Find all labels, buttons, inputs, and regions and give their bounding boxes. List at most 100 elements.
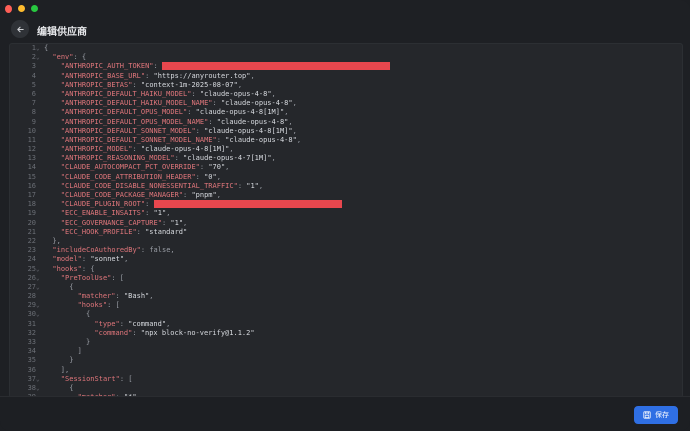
line-number: 15 — [27, 172, 36, 181]
json-punctuation: , — [237, 80, 243, 89]
json-punctuation: } — [86, 338, 91, 346]
json-string: "context-1m-2025-08-07" — [140, 80, 238, 89]
fold-chevron-icon[interactable]: ⌄ — [36, 265, 44, 274]
maximize-window-button[interactable] — [31, 5, 38, 12]
fold-gutter — [36, 145, 44, 154]
save-button[interactable]: 保存 — [634, 406, 678, 424]
code-line: 24 "model": "sonnet", — [10, 255, 390, 264]
json-key: "hooks" — [77, 301, 108, 310]
line-number: 23 — [27, 246, 36, 255]
json-key: "ECC_HOOK_PROFILE" — [60, 227, 137, 236]
line-text: "ANTHROPIC_DEFAULT_OPUS_MODEL_NAME": "cl… — [44, 118, 293, 127]
line-text: "ANTHROPIC_DEFAULT_HAIKU_MODEL": "claude… — [44, 90, 276, 99]
line-text: "CLAUDE_AUTOCOMPACT_PCT_OVERRIDE": "70", — [44, 163, 230, 172]
code-line: 21 "ECC_HOOK_PROFILE": "standard" — [10, 228, 390, 237]
code-line: 26 ⌄ "PreToolUse": [ — [10, 274, 390, 283]
code-line: 6 "ANTHROPIC_DEFAULT_HAIKU_MODEL": "claud… — [10, 90, 390, 99]
line-text: ], — [44, 366, 69, 375]
code-line: 2 ⌄ "env": { — [10, 53, 390, 62]
line-number: 12 — [27, 145, 36, 154]
json-punctuation: , — [225, 163, 230, 172]
json-punctuation: : — [237, 181, 247, 190]
line-text: "CLAUDE_PLUGIN_ROOT": — [44, 200, 342, 209]
json-punctuation: : — [174, 154, 184, 163]
line-number: 38 — [27, 383, 36, 392]
json-key: "command" — [94, 328, 133, 337]
close-window-button[interactable] — [5, 5, 12, 13]
json-string: "1" — [170, 218, 184, 227]
fold-chevron-icon[interactable]: ⌄ — [36, 375, 44, 384]
json-punctuation: { — [44, 44, 49, 52]
json-string: "command" — [128, 319, 167, 328]
minimize-window-button[interactable] — [18, 5, 25, 12]
code-line: 14 "CLAUDE_AUTOCOMPACT_PCT_OVERRIDE": "70… — [10, 163, 390, 172]
fold-gutter — [36, 347, 44, 356]
json-punctuation: : — [119, 319, 129, 328]
json-key: "CLAUDE_CODE_DISABLE_NONESSENTIAL_TRAFFI… — [60, 181, 238, 190]
line-number: 19 — [27, 209, 36, 218]
fold-gutter — [36, 136, 44, 145]
line-number: 14 — [27, 163, 36, 172]
line-text: "ECC_ENABLE_INSAITS": "1", — [44, 209, 171, 218]
code-line: 4 "ANTHROPIC_BASE_URL": "https://anyroute… — [10, 72, 390, 81]
json-punctuation: , — [183, 218, 188, 227]
fold-chevron-icon[interactable]: ⌄ — [36, 44, 44, 53]
line-text: "CLAUDE_CODE_PACKAGE_MANAGER": "pnpm", — [44, 191, 221, 200]
header: 编辑供应商 — [0, 14, 690, 44]
line-number: 28 — [27, 292, 36, 301]
fold-chevron-icon[interactable]: ⌄ — [36, 53, 44, 62]
line-number: 5 — [31, 80, 36, 89]
fold-chevron-icon[interactable]: ⌄ — [36, 310, 44, 319]
json-punctuation: : — [145, 209, 154, 218]
json-punctuation: : — [212, 99, 221, 108]
line-text: "ANTHROPIC_BASE_URL": "https://anyrouter… — [44, 72, 255, 81]
json-string: "1" — [246, 181, 259, 190]
json-punctuation: : [ — [107, 301, 120, 310]
json-key: "ANTHROPIC_BETAS" — [60, 80, 133, 89]
line-text: "model": "sonnet", — [44, 255, 128, 264]
back-button[interactable] — [11, 20, 29, 38]
fold-chevron-icon[interactable]: ⌄ — [36, 283, 44, 292]
json-punctuation: : — [115, 292, 124, 301]
code-line: 36], — [10, 366, 390, 375]
json-string: "standard" — [145, 227, 188, 236]
fold-gutter — [36, 338, 44, 347]
line-number: 30 — [27, 310, 36, 319]
line-text: "matcher": "Bash", — [44, 292, 154, 301]
code-line: 23 "includeCoAuthoredBy": false, — [10, 246, 390, 255]
line-number: 11 — [27, 135, 36, 144]
line-text: } — [44, 338, 90, 347]
fold-gutter — [36, 72, 44, 81]
code-lines: 1 ⌄{2 ⌄ "env": {3 "ANTHROPIC_AUTH_TOKEN": 4 "… — [10, 44, 390, 397]
json-punctuation: , — [216, 191, 221, 199]
json-key: "ANTHROPIC_DEFAULT_SONNET_MODEL_NAME" — [60, 135, 217, 144]
code-line: 1 ⌄{ — [10, 44, 390, 53]
json-punctuation: : — [216, 135, 226, 144]
fold-gutter — [36, 154, 44, 163]
fold-gutter — [36, 118, 44, 127]
json-punctuation: , — [149, 292, 154, 301]
json-punctuation: { — [86, 310, 91, 319]
fold-gutter — [36, 90, 44, 99]
fold-gutter — [36, 200, 44, 209]
code-line: 34] — [10, 347, 390, 356]
line-number: 9 — [31, 117, 36, 126]
fold-chevron-icon[interactable]: ⌄ — [36, 274, 44, 283]
code-line: 9 "ANTHROPIC_DEFAULT_OPUS_MODEL_NAME": "c… — [10, 118, 390, 127]
line-text: "ECC_GOVERNANCE_CAPTURE": "1", — [44, 219, 187, 228]
json-string: "claude-opus-4-8[1M]" — [140, 145, 230, 154]
json-punctuation: { — [69, 383, 74, 392]
json-key: "hooks" — [52, 264, 82, 273]
code-line: 10 "ANTHROPIC_DEFAULT_SONNET_MODEL": "cla… — [10, 127, 390, 136]
fold-chevron-icon[interactable]: ⌄ — [36, 384, 44, 393]
fold-gutter — [36, 320, 44, 329]
line-number: 20 — [27, 218, 36, 227]
json-key: "ANTHROPIC_MODEL" — [60, 145, 133, 154]
line-number: 25 — [27, 264, 36, 273]
json-key: "ANTHROPIC_DEFAULT_OPUS_MODEL_NAME" — [60, 117, 209, 126]
json-punctuation: }, — [52, 236, 61, 245]
json-key: "CLAUDE_CODE_PACKAGE_MANAGER" — [60, 191, 184, 199]
json-editor[interactable]: 1 ⌄{2 ⌄ "env": {3 "ANTHROPIC_AUTH_TOKEN": 4 "… — [9, 43, 683, 398]
json-punctuation: : — [153, 62, 162, 71]
fold-chevron-icon[interactable]: ⌄ — [36, 301, 44, 310]
